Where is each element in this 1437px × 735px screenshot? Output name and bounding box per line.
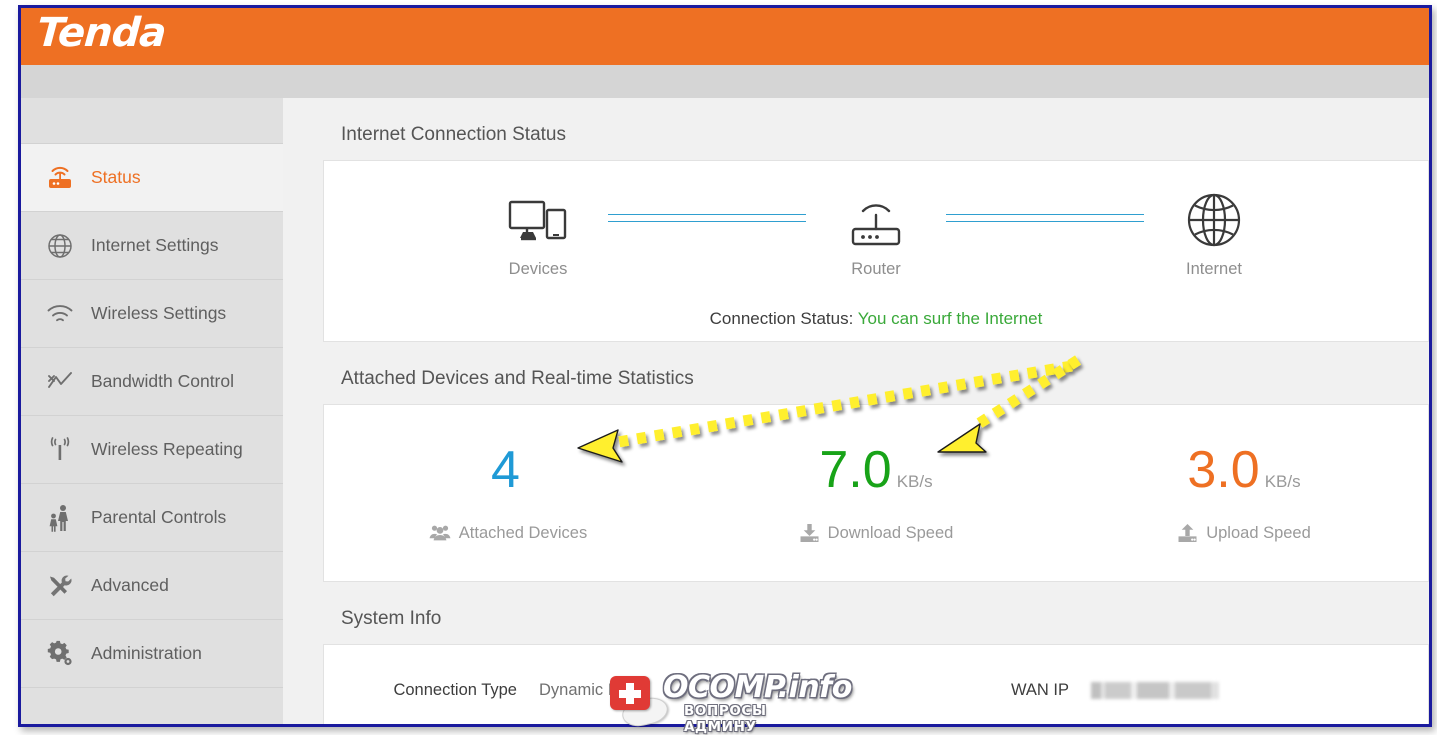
- sidebar-item-label: Advanced: [91, 575, 169, 595]
- sidebar-item-label: Status: [91, 167, 141, 187]
- node-router: Router: [806, 187, 946, 279]
- screenshot-root: Tenda Status Internet Settings Wireless …: [0, 0, 1437, 735]
- stat-download-speed: 7.0 KB/s Download Speed: [692, 444, 1060, 543]
- sidebar-item-label: Bandwidth Control: [91, 371, 234, 391]
- sidebar-item-label: Wireless Settings: [91, 303, 227, 323]
- node-label: Devices: [508, 260, 568, 278]
- stat-caption: Upload Speed: [1177, 523, 1311, 543]
- wifi-icon: [43, 298, 77, 330]
- sidebar-nav: Status Internet Settings Wireless Settin…: [21, 98, 283, 724]
- users-icon: [429, 524, 451, 542]
- section-title-connection: Internet Connection Status: [341, 124, 566, 145]
- stat-value-row: 3.0 KB/s: [1187, 444, 1300, 496]
- sidebar-item-status[interactable]: Status: [21, 144, 283, 212]
- node-internet: Internet: [1144, 187, 1284, 279]
- sidebar-item-bandwidth-control[interactable]: Bandwidth Control: [21, 348, 283, 416]
- connection-status-line: Connection Status: You can surf the Inte…: [324, 309, 1428, 329]
- sidebar-item-label: Wireless Repeating: [91, 439, 243, 459]
- tenda-logo: Tenda: [35, 10, 167, 56]
- info-cell-wan-ip: WAN IP: [876, 681, 1428, 700]
- header-subbar: [21, 65, 1429, 98]
- stat-value: 3.0: [1187, 440, 1260, 499]
- stat-caption-label: Download Speed: [827, 523, 954, 542]
- stat-value: 7.0: [819, 440, 892, 499]
- stat-unit: KB/s: [896, 471, 933, 491]
- link-router-internet: [946, 214, 1144, 222]
- sidebar-item-wireless-settings[interactable]: Wireless Settings: [21, 280, 283, 348]
- stat-unit: KB/s: [1264, 471, 1301, 491]
- connection-status-panel: Devices Router Internet Connection Statu…: [323, 160, 1429, 342]
- stat-upload-speed: 3.0 KB/s Upload Speed: [1060, 444, 1428, 543]
- connection-diagram: Devices Router Internet: [324, 183, 1428, 283]
- globe-icon: [43, 230, 77, 262]
- stat-attached-devices: 4 Attached Devices: [324, 444, 692, 543]
- stat-value-row: 4: [491, 444, 525, 496]
- node-label: Router: [851, 260, 901, 278]
- browser-frame: Tenda Status Internet Settings Wireless …: [18, 5, 1432, 727]
- globe-wire-icon: [1185, 187, 1243, 249]
- link-devices-router: [608, 214, 806, 222]
- system-info-panel: Connection Type Dynamic IP WAN IP: [323, 644, 1429, 724]
- info-cell-connection-type: Connection Type Dynamic IP: [324, 681, 876, 700]
- stat-caption: Download Speed: [799, 523, 954, 543]
- redacted-wan-ip-value: [1091, 682, 1219, 699]
- sidebar-item-label: Internet Settings: [91, 235, 219, 255]
- stat-value-row: 7.0 KB/s: [819, 444, 932, 496]
- node-devices: Devices: [468, 187, 608, 279]
- upload-icon: [1177, 523, 1198, 543]
- info-label: Connection Type: [393, 681, 517, 699]
- hammer-wrench-icon: [43, 570, 77, 602]
- chart-line-icon: [43, 366, 77, 398]
- app-header: Tenda: [21, 8, 1429, 65]
- sidebar-item-internet-settings[interactable]: Internet Settings: [21, 212, 283, 280]
- monitor-tablet-icon: [507, 187, 569, 249]
- info-label: WAN IP: [1010, 681, 1069, 699]
- sidebar-item-label: Administration: [91, 643, 202, 663]
- section-title-statistics: Attached Devices and Real-time Statistic…: [341, 368, 694, 389]
- sidebar-item-parental-controls[interactable]: Parental Controls: [21, 484, 283, 552]
- stat-value: 4: [491, 440, 520, 499]
- statistics-panel: 4 Attached Devices 7.0 KB/s Download Spe…: [323, 404, 1429, 582]
- connection-status-value: You can surf the Internet: [857, 309, 1043, 328]
- node-label: Internet: [1186, 260, 1242, 278]
- main-content: Internet Connection Status Devices Route…: [283, 98, 1429, 724]
- stat-caption-label: Upload Speed: [1206, 523, 1311, 542]
- router-wifi-icon: [843, 187, 909, 249]
- download-icon: [799, 523, 820, 543]
- page-body: Status Internet Settings Wireless Settin…: [21, 98, 1429, 724]
- stat-caption-label: Attached Devices: [458, 523, 588, 542]
- sidebar-item-advanced[interactable]: Advanced: [21, 552, 283, 620]
- sidebar-item-wireless-repeating[interactable]: Wireless Repeating: [21, 416, 283, 484]
- info-value: Dynamic IP: [539, 681, 624, 699]
- gear-icon: [43, 638, 77, 670]
- sidebar-item-administration[interactable]: Administration: [21, 620, 283, 688]
- system-info-row: Connection Type Dynamic IP WAN IP: [324, 645, 1428, 700]
- router-icon: [43, 162, 77, 194]
- parent-child-icon: [43, 502, 77, 534]
- connection-status-label: Connection Status:: [709, 309, 854, 328]
- sidebar-item-label: Parental Controls: [91, 507, 227, 527]
- sidebar-top-spacer: [21, 98, 283, 144]
- section-title-system-info: System Info: [341, 608, 442, 629]
- antenna-icon: [43, 434, 77, 466]
- stat-caption: Attached Devices: [429, 524, 587, 543]
